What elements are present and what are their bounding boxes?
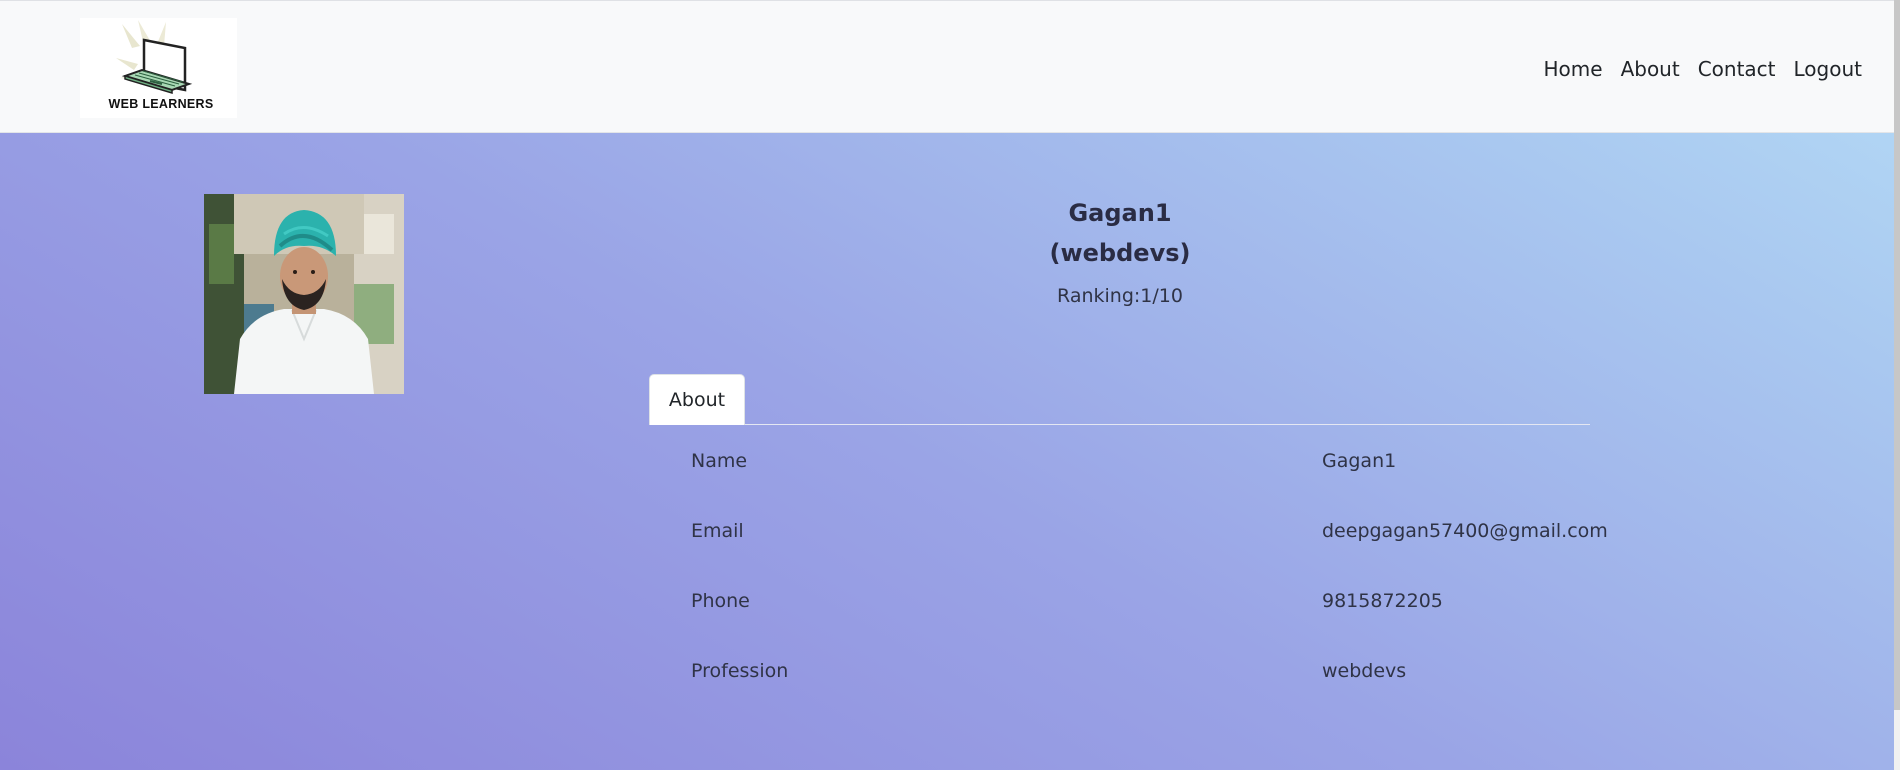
brand-logo[interactable]: WEB LEARNERS [80,18,237,118]
nav-logout-link[interactable]: Logout [1794,56,1862,82]
tab-about[interactable]: About [649,374,745,425]
detail-value-name: Gagan1 [1322,450,1397,472]
profile-photo [204,194,404,394]
about-details: Name Gagan1 Email deepgagan57400@gmail.c… [691,440,1608,720]
detail-value-email: deepgagan57400@gmail.com [1322,520,1608,542]
nav-menu: Home About Contact Logout [1544,56,1863,82]
detail-label-profession: Profession [691,660,789,682]
detail-label-email: Email [691,520,744,542]
detail-row-profession: Profession webdevs [691,650,1591,720]
profile-work: (webdevs) [1049,239,1191,267]
detail-label-phone: Phone [691,590,750,612]
profile-name: Gagan1 [1068,199,1172,227]
detail-value-phone: 9815872205 [1322,590,1443,612]
detail-row-email: Email deepgagan57400@gmail.com [691,510,1608,580]
logo-text: WEB LEARNERS [108,97,214,111]
detail-row-phone: Phone 9815872205 [691,580,1591,650]
profile-ranking: Ranking:1/10 [1057,285,1183,307]
detail-value-profession: webdevs [1322,660,1407,682]
profile-tabs: About [649,374,1590,425]
nav-contact-link[interactable]: Contact [1698,56,1776,82]
nav-about-link[interactable]: About [1621,56,1680,82]
scrollbar-thumb[interactable] [1894,0,1900,710]
detail-label-name: Name [691,450,748,472]
profile-header: Gagan1 (webdevs) Ranking:1/10 [650,193,1590,307]
navbar: WEB LEARNERS Home About Contact Logout [0,0,1894,133]
nav-home-link[interactable]: Home [1544,56,1603,82]
scrollbar[interactable] [1894,0,1900,770]
detail-row-name: Name Gagan1 [691,440,1591,510]
